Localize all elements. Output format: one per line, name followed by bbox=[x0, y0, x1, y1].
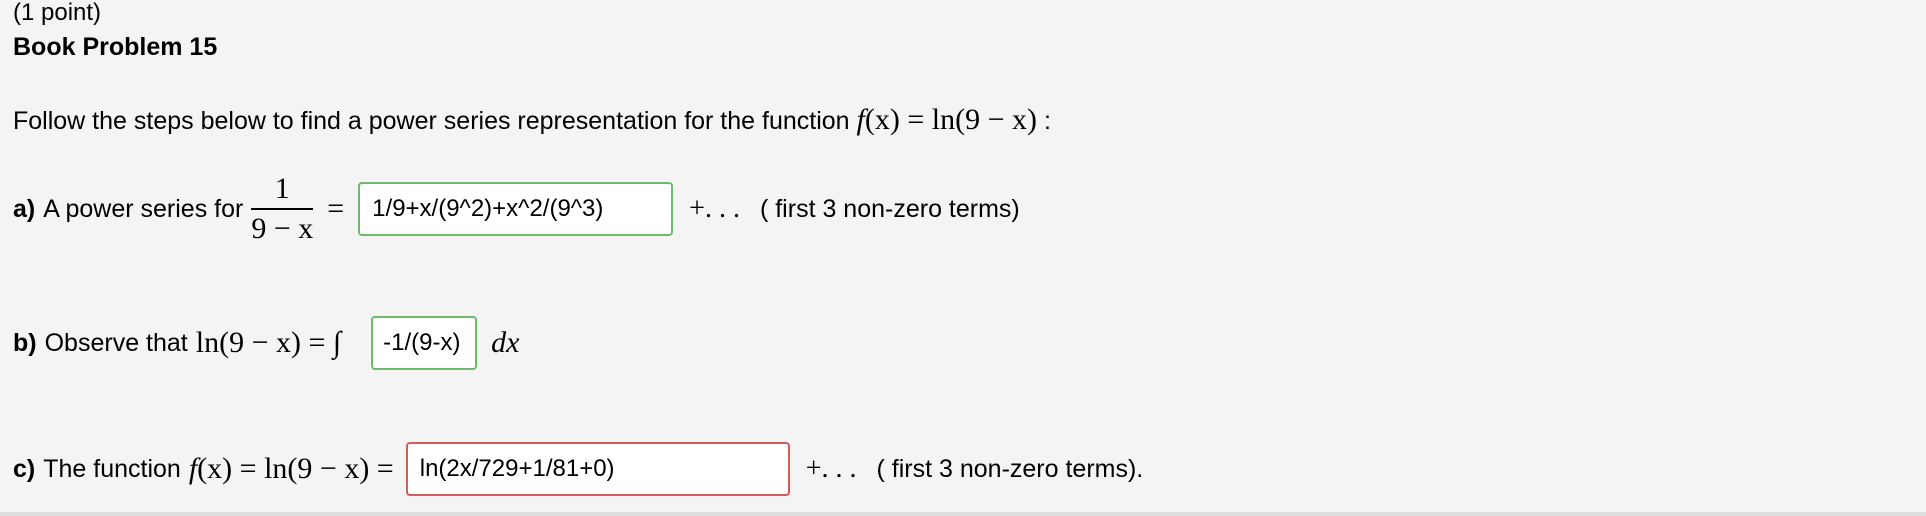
part-b-dx: dx bbox=[491, 326, 520, 359]
part-b-label: b) bbox=[13, 328, 37, 357]
part-b-text: Observe that bbox=[44, 328, 188, 357]
part-c-text: The function bbox=[43, 454, 181, 483]
fraction-one-over-nine-minus-x: 1 9 − x bbox=[251, 172, 314, 246]
part-c-function-expression: (x) = ln(9 − x) = bbox=[197, 452, 394, 485]
part-a-label: a) bbox=[13, 194, 36, 223]
points-label: (1 point) bbox=[13, 0, 102, 26]
function-expression: (x) = ln(9 − x) bbox=[864, 103, 1038, 136]
part-c-function: f(x) = ln(9 − x) = bbox=[189, 452, 394, 486]
part-a-note: ( first 3 non-zero terms) bbox=[759, 194, 1020, 223]
fraction-numerator: 1 bbox=[251, 172, 314, 210]
part-b-row: b) Observe that ln(9 − x) = ∫ dx bbox=[13, 315, 519, 371]
bottom-divider bbox=[0, 512, 1926, 516]
part-c-function-symbol: f bbox=[188, 452, 198, 485]
part-a-answer-input[interactable] bbox=[358, 182, 674, 236]
part-a-continuation: +. . . bbox=[689, 193, 740, 224]
intro-text: Follow the steps below to find a power s… bbox=[13, 107, 850, 135]
part-b-answer-input[interactable] bbox=[371, 316, 478, 370]
part-a-text: A power series for bbox=[43, 194, 244, 223]
part-c-row: c) The function f(x) = ln(9 − x) = +. . … bbox=[13, 441, 1143, 497]
part-a-equals: = bbox=[327, 192, 345, 225]
part-c-note: ( first 3 non-zero terms). bbox=[876, 454, 1144, 483]
intro-line: Follow the steps below to find a power s… bbox=[13, 98, 1051, 143]
part-c-label: c) bbox=[13, 454, 36, 483]
part-a-row: a) A power series for 1 9 − x = +. . . (… bbox=[13, 172, 1020, 246]
part-b-integral-expression: ln(9 − x) = ∫ bbox=[195, 326, 342, 359]
intro-function: f(x) = ln(9 − x) bbox=[857, 103, 1037, 136]
fraction-denominator: 9 − x bbox=[251, 212, 314, 245]
intro-colon: : bbox=[1037, 107, 1051, 135]
part-c-continuation: +. . . bbox=[805, 453, 857, 484]
function-symbol: f bbox=[856, 103, 865, 136]
problem-title: Book Problem 15 bbox=[13, 33, 218, 61]
part-c-answer-input[interactable] bbox=[405, 442, 790, 496]
